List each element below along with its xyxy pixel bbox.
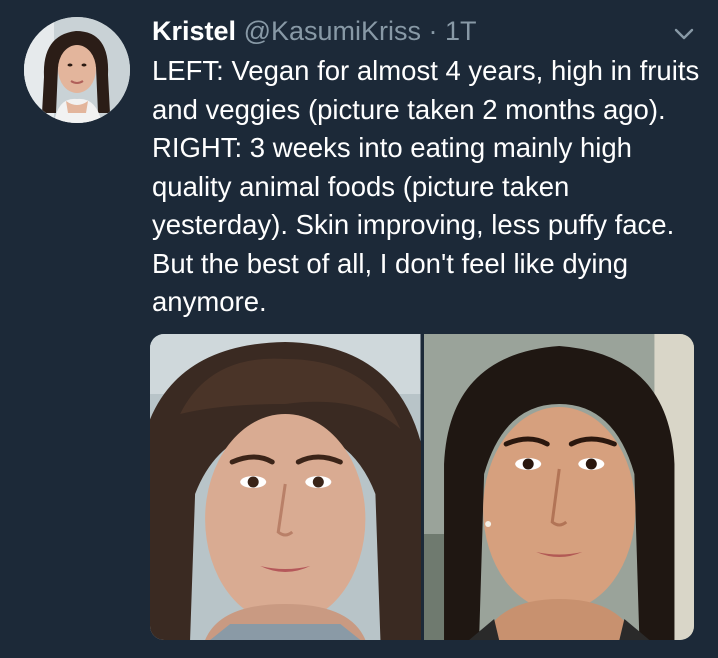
tweet-text: LEFT: Vegan for almost 4 years, high in … bbox=[152, 55, 700, 317]
display-name[interactable]: Kristel bbox=[152, 16, 236, 46]
photo-right[interactable] bbox=[423, 334, 694, 640]
avatar[interactable] bbox=[24, 17, 130, 123]
meta-separator: · bbox=[421, 16, 446, 46]
tweet-timestamp[interactable]: 1T bbox=[445, 16, 477, 46]
user-handle[interactable]: @KasumiKriss bbox=[244, 16, 421, 46]
photo-left[interactable] bbox=[150, 334, 421, 640]
tweet-header: Kristel @KasumiKriss · 1T bbox=[152, 14, 477, 48]
chevron-down-icon[interactable] bbox=[672, 24, 696, 44]
media-grid bbox=[150, 334, 694, 640]
